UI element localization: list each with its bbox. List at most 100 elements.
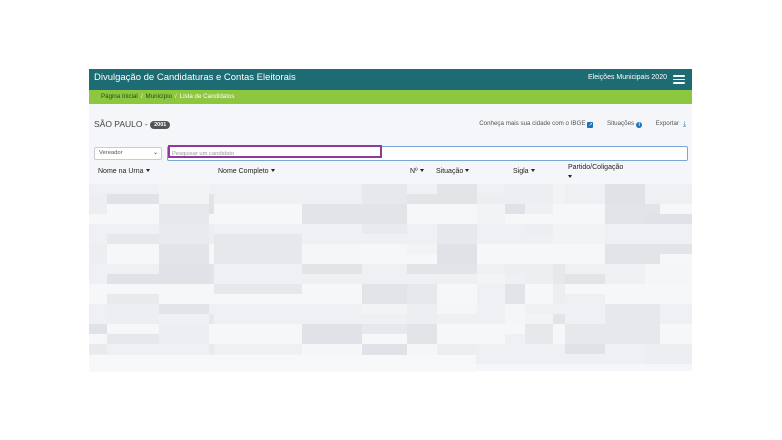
blurred-cell bbox=[209, 194, 214, 204]
blurred-cell bbox=[302, 264, 362, 274]
blurred-cell bbox=[553, 314, 565, 324]
blurred-cell bbox=[553, 264, 565, 284]
blurred-cell bbox=[645, 214, 692, 224]
role-select[interactable]: Vereador ⌄ bbox=[94, 147, 162, 160]
download-icon: ⤓ bbox=[682, 121, 687, 128]
column-header-situacao[interactable]: Situação bbox=[436, 168, 470, 175]
situacoes-link[interactable]: Situações i bbox=[606, 120, 643, 128]
external-link-icon: ↗ bbox=[587, 122, 594, 128]
top-navbar: Divulgação de Candidaturas e Contas Elei… bbox=[89, 69, 692, 90]
column-header-label: Nome Completo bbox=[218, 168, 269, 175]
table-row[interactable] bbox=[89, 284, 692, 304]
app-title[interactable]: Divulgação de Candidaturas e Contas Elei… bbox=[94, 72, 296, 83]
blurred-cell bbox=[565, 324, 605, 344]
blurred-cell bbox=[302, 204, 362, 224]
blurred-cell bbox=[362, 284, 407, 304]
table-overflow-area bbox=[89, 355, 476, 372]
blurred-cell bbox=[477, 274, 505, 284]
export-button[interactable]: Exportar ⤓ bbox=[656, 120, 688, 128]
blurred-cell bbox=[525, 224, 553, 234]
blurred-cell bbox=[89, 204, 107, 214]
blurred-cell bbox=[214, 234, 302, 244]
blurred-cell bbox=[645, 344, 692, 364]
chevron-down-icon: ⌄ bbox=[152, 150, 158, 156]
breadcrumb-separator: / bbox=[175, 93, 177, 100]
blurred-cell bbox=[437, 244, 477, 264]
blurred-cell bbox=[553, 284, 565, 304]
blurred-cell bbox=[437, 224, 477, 244]
blurred-cell bbox=[553, 184, 565, 204]
breadcrumb-municipio[interactable]: Município bbox=[146, 93, 172, 100]
election-label: Eleições Municipais 2020 bbox=[588, 74, 667, 81]
blurred-cell bbox=[362, 224, 407, 234]
blurred-cell bbox=[362, 324, 407, 334]
table-row[interactable] bbox=[89, 184, 692, 204]
blurred-cell bbox=[437, 304, 477, 314]
blurred-cell bbox=[645, 244, 692, 254]
page-title: SÃO PAULO - 2001 bbox=[94, 119, 171, 129]
blurred-cell bbox=[525, 264, 553, 284]
table-row[interactable] bbox=[89, 224, 692, 244]
blurred-cell bbox=[645, 264, 692, 284]
ibge-link[interactable]: Conheça mais sua cidade com o IBGE ↗ bbox=[479, 120, 594, 128]
blurred-cell bbox=[407, 304, 437, 324]
column-header-nome-urna[interactable]: Nome na Urna bbox=[98, 168, 150, 175]
blurred-cell bbox=[107, 334, 159, 344]
blurred-cell bbox=[407, 244, 437, 254]
blurred-cell bbox=[89, 344, 107, 354]
hamburger-menu-icon[interactable] bbox=[673, 75, 685, 84]
breadcrumb: Página Inicial / Município / Lista de Candid… bbox=[89, 90, 692, 104]
blurred-cell bbox=[89, 324, 107, 334]
column-header-nome-completo[interactable]: Nome Completo bbox=[218, 168, 275, 175]
blurred-cell bbox=[525, 204, 553, 214]
column-header-partido[interactable]: Partido/Coligação bbox=[568, 163, 623, 181]
table-row[interactable] bbox=[89, 204, 692, 224]
blurred-cell bbox=[302, 324, 362, 344]
blurred-cell bbox=[525, 184, 553, 204]
sort-caret-icon bbox=[465, 169, 470, 172]
blurred-cell bbox=[159, 224, 209, 244]
blurred-cell bbox=[209, 314, 214, 324]
column-header-numero[interactable]: Nº bbox=[410, 168, 424, 175]
table-row[interactable] bbox=[89, 244, 692, 264]
breadcrumb-home[interactable]: Página Inicial bbox=[101, 93, 138, 100]
blurred-cell bbox=[159, 264, 209, 284]
blurred-cell bbox=[565, 224, 605, 244]
search-input[interactable] bbox=[172, 149, 472, 158]
blurred-cell bbox=[645, 184, 692, 204]
situacoes-label: Situações bbox=[606, 120, 635, 127]
column-header-label: Partido/Coligação bbox=[568, 164, 624, 171]
page-actions: Conheça mais sua cidade com o IBGE ↗ Situ… bbox=[479, 120, 688, 128]
ibge-link-label: Conheça mais sua cidade com o IBGE bbox=[479, 120, 586, 127]
blurred-cell bbox=[159, 204, 209, 224]
column-header-label: Nome na Urna bbox=[98, 168, 144, 175]
candidate-list-app: Divulgação de Candidaturas e Contas Elei… bbox=[89, 69, 692, 371]
column-header-label: Sigla bbox=[513, 168, 529, 175]
search-field[interactable] bbox=[167, 146, 688, 161]
blurred-cell bbox=[302, 244, 362, 264]
blurred-cell bbox=[505, 284, 525, 304]
blurred-cell bbox=[565, 294, 605, 304]
blurred-cell bbox=[209, 204, 214, 214]
sort-caret-icon bbox=[270, 169, 275, 172]
blurred-cell bbox=[407, 194, 437, 204]
column-header-sigla[interactable]: Sigla bbox=[513, 168, 535, 175]
sort-caret-icon bbox=[419, 169, 424, 172]
table-row[interactable] bbox=[89, 304, 692, 324]
blurred-cell bbox=[214, 244, 302, 264]
blurred-cell bbox=[302, 184, 362, 204]
blurred-cell bbox=[159, 324, 209, 344]
blurred-cell bbox=[525, 324, 553, 344]
blurred-cell bbox=[505, 204, 525, 214]
blurred-cell bbox=[605, 324, 660, 344]
column-header-label: Nº bbox=[410, 168, 418, 175]
table-row[interactable] bbox=[89, 324, 692, 344]
blurred-cell bbox=[553, 224, 565, 244]
column-header-label: Situação bbox=[436, 168, 464, 175]
blurred-cell bbox=[525, 314, 553, 324]
blurred-cell bbox=[407, 324, 437, 344]
blurred-cell bbox=[159, 304, 209, 314]
sort-caret-icon bbox=[145, 169, 150, 172]
table-row[interactable] bbox=[89, 264, 692, 284]
blurred-cell bbox=[505, 334, 525, 344]
